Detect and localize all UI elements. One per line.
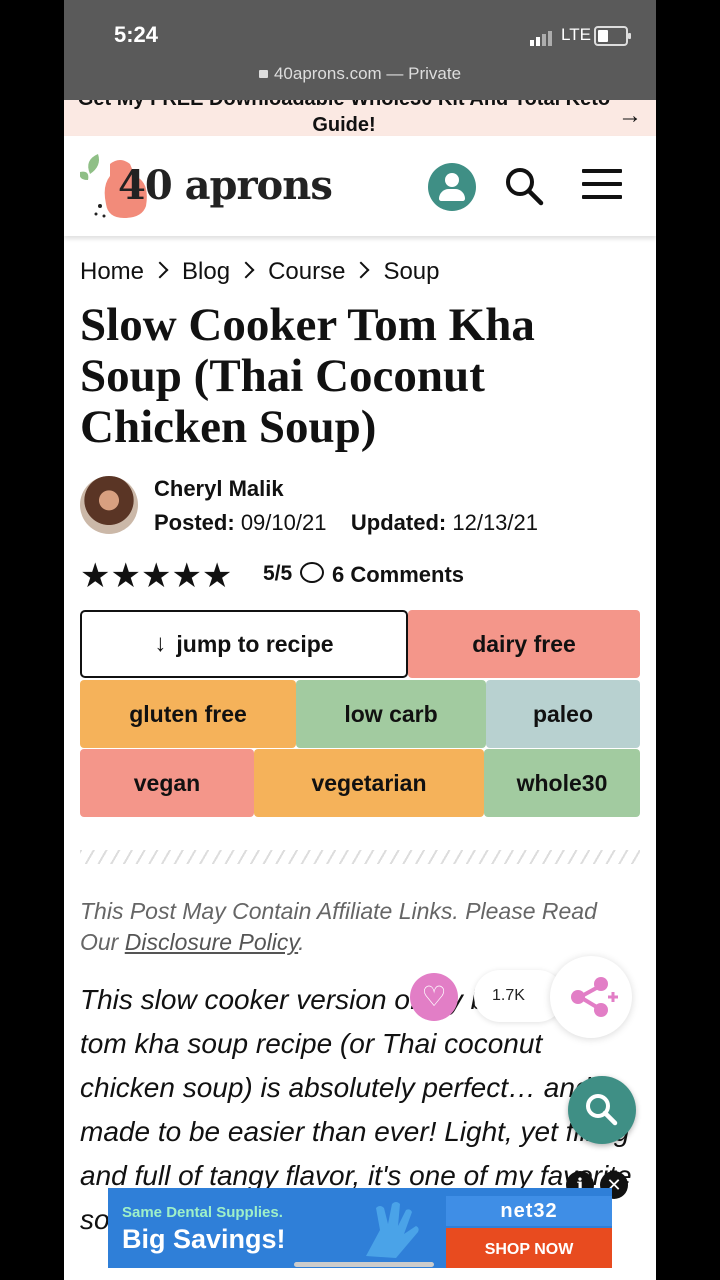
chevron-right-icon bbox=[352, 261, 370, 279]
address-bar[interactable]: 40aprons.com — Private bbox=[64, 64, 656, 84]
network-label: LTE bbox=[561, 25, 591, 44]
site-header: 40 aprons bbox=[64, 136, 656, 236]
shop-now-button[interactable]: SHOP NOW bbox=[446, 1228, 612, 1268]
phone-screen: 5:24 LTE 40aprons.com — Private Get My F… bbox=[64, 0, 656, 1280]
search-icon[interactable] bbox=[504, 166, 544, 206]
posted-label: Posted: bbox=[154, 510, 235, 535]
jump-to-recipe-button[interactable]: ↓ jump to recipe bbox=[80, 610, 408, 678]
share-count: 1.7K bbox=[492, 987, 525, 1004]
comment-bubble-icon bbox=[300, 562, 324, 583]
tag-paleo[interactable]: paleo bbox=[486, 680, 640, 748]
home-indicator[interactable] bbox=[294, 1262, 434, 1267]
author-name[interactable]: Cheryl Malik bbox=[154, 476, 284, 502]
tag-vegan[interactable]: vegan bbox=[80, 749, 254, 817]
status-bar: 5:24 LTE 40aprons.com — Private bbox=[64, 0, 656, 100]
breadcrumb: Home Blog Course Soup bbox=[80, 258, 440, 286]
site-logo[interactable]: 40 aprons bbox=[80, 146, 360, 226]
heart-icon[interactable]: ♡ bbox=[410, 973, 458, 1021]
floating-search-button[interactable] bbox=[568, 1076, 636, 1144]
star-rating-icon[interactable]: ★★★★★ bbox=[80, 556, 232, 596]
clock: 5:24 bbox=[114, 22, 159, 47]
account-icon[interactable] bbox=[428, 163, 476, 211]
promo-banner[interactable]: Get My FREE Downloadable Whole30 Kit And… bbox=[64, 100, 656, 136]
ad-banner[interactable]: Same Dental Supplies. Big Savings! net32… bbox=[108, 1188, 612, 1268]
ad-headline: Big Savings! bbox=[122, 1224, 286, 1254]
chevron-right-icon bbox=[237, 261, 255, 279]
posted-date: 09/10/21 bbox=[240, 510, 327, 535]
promo-text: Get My FREE Downloadable Whole30 Kit And… bbox=[78, 100, 610, 136]
disclaimer-suffix: . bbox=[298, 929, 305, 955]
updated-date: 12/13/21 bbox=[452, 510, 538, 535]
jump-to-recipe-label: jump to recipe bbox=[176, 630, 334, 657]
tag-gluten-free[interactable]: gluten free bbox=[80, 680, 296, 748]
logo-text: 40 aprons bbox=[118, 162, 333, 209]
post-dates: Posted: 09/10/21 Updated: 12/13/21 bbox=[154, 510, 538, 536]
share-button[interactable] bbox=[550, 956, 632, 1038]
url-text: 40aprons.com — Private bbox=[273, 64, 462, 83]
disclosure-policy-link[interactable]: Disclosure Policy bbox=[125, 929, 298, 955]
hamburger-menu-icon[interactable] bbox=[582, 169, 622, 203]
author-avatar[interactable] bbox=[80, 476, 138, 534]
breadcrumb-course[interactable]: Course bbox=[268, 258, 345, 285]
breadcrumb-home[interactable]: Home bbox=[80, 258, 144, 285]
affiliate-disclaimer: This Post May Contain Affiliate Links. P… bbox=[80, 896, 610, 958]
tag-dairy-free[interactable]: dairy free bbox=[408, 610, 640, 678]
chevron-right-icon bbox=[151, 261, 169, 279]
ad-tagline: Same Dental Supplies. bbox=[122, 1204, 283, 1221]
breadcrumb-blog[interactable]: Blog bbox=[182, 258, 230, 285]
glove-icon bbox=[366, 1202, 419, 1258]
arrow-down-icon: ↓ bbox=[154, 630, 167, 657]
breadcrumb-soup[interactable]: Soup bbox=[383, 258, 439, 285]
updated-label: Updated: bbox=[350, 510, 447, 535]
ad-brand: net32 bbox=[446, 1196, 612, 1226]
share-icon bbox=[571, 977, 618, 1017]
arrow-right-icon: → bbox=[618, 102, 642, 129]
tag-whole30[interactable]: whole30 bbox=[484, 749, 640, 817]
tag-low-carb[interactable]: low carb bbox=[296, 680, 486, 748]
comments-link[interactable]: 6 Comments bbox=[332, 562, 464, 588]
page-title: Slow Cooker Tom Kha Soup (Thai Coconut C… bbox=[80, 299, 535, 453]
search-icon bbox=[586, 1094, 618, 1126]
signal-icon bbox=[530, 28, 554, 46]
rating-value: 5/5 bbox=[263, 562, 293, 585]
battery-icon bbox=[594, 26, 631, 46]
lock-icon bbox=[258, 70, 268, 78]
divider bbox=[80, 850, 640, 864]
tag-vegetarian[interactable]: vegetarian bbox=[254, 749, 484, 817]
